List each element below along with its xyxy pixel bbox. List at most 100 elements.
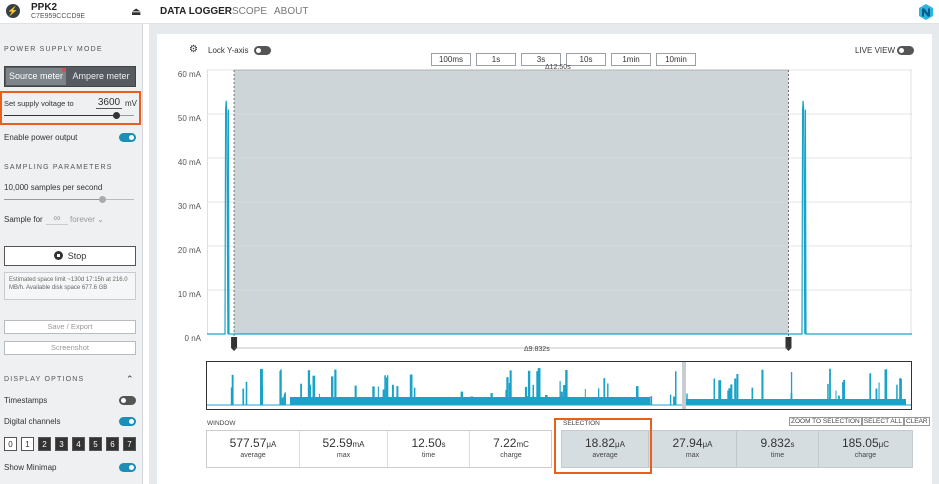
collapse-chevron-icon[interactable]: ⌃ <box>126 374 134 385</box>
minimap-spike <box>545 395 548 405</box>
enable-power-toggle[interactable] <box>119 133 136 142</box>
ampere-meter-button[interactable]: Ampere meter <box>68 68 134 85</box>
stop-label: Stop <box>67 251 87 261</box>
minimap-spike <box>713 378 715 405</box>
minimap-spike <box>650 396 653 405</box>
y-tick-label: 20 mA <box>177 246 201 255</box>
channel-3-checkbox[interactable]: 3 <box>55 437 68 451</box>
minimap-spike <box>829 368 831 405</box>
channel-1-checkbox[interactable]: 1 <box>21 437 34 451</box>
window-max-value: 52.59 <box>322 436 353 450</box>
minimap-spike <box>231 374 234 405</box>
stop-button[interactable]: Stop <box>4 246 136 266</box>
channel-5-checkbox[interactable]: 5 <box>89 437 102 451</box>
minimap-spike <box>675 371 677 405</box>
window-charge-unit: mC <box>516 440 529 449</box>
minimap-spike <box>827 383 829 405</box>
channel-4-checkbox[interactable]: 4 <box>72 437 85 451</box>
sample-for-unit-select[interactable]: forever ⌄ <box>70 215 104 224</box>
source-meter-button[interactable]: Source meter <box>6 68 66 85</box>
minimap-spike <box>284 392 286 405</box>
zoom-to-selection-button[interactable]: ZOOM TO SELECTION <box>789 417 862 426</box>
selection-span-label: Δ9.832s <box>524 346 550 353</box>
minimap-spike <box>525 396 529 405</box>
samples-slider-fill <box>4 199 102 200</box>
save-export-button[interactable]: Save / Export <box>4 320 136 334</box>
supply-voltage-label: Set supply voltage to <box>4 99 74 108</box>
selection-end-handle <box>785 337 792 351</box>
window-span-label: Δ12.50s <box>545 64 571 71</box>
tab-data-logger[interactable]: DATA LOGGER <box>160 6 232 17</box>
window-time-stat: 12.50s time <box>388 431 470 467</box>
minimap-spike <box>490 393 493 405</box>
live-view-toggle[interactable] <box>897 46 914 55</box>
channel-2-checkbox[interactable]: 2 <box>38 437 51 451</box>
supply-voltage-slider[interactable] <box>4 112 134 119</box>
minimap-spike <box>307 370 311 405</box>
window-max-label: max <box>336 452 351 459</box>
lock-y-axis-toggle[interactable] <box>254 46 271 55</box>
selection-average-stat: 18.82μA average <box>562 431 649 467</box>
minimap-spike <box>331 376 334 405</box>
selection-charge-unit: μC <box>878 440 890 449</box>
minimap-spike <box>843 379 845 405</box>
selection-max-stat: 27.94μA max <box>649 431 737 467</box>
eject-icon[interactable]: ⏏ <box>131 5 141 18</box>
minimap-spike <box>300 383 302 405</box>
gear-icon[interactable]: ⚙ <box>189 44 198 55</box>
digital-channels-toggle[interactable] <box>119 417 136 426</box>
supply-voltage-input[interactable]: 3600 <box>96 97 122 109</box>
window-time-label: time <box>421 452 436 459</box>
minimap-spike <box>878 382 880 405</box>
window-time-value: 12.50 <box>411 436 442 450</box>
selection-time-label: time <box>770 452 785 459</box>
channel-7-checkbox[interactable]: 7 <box>123 437 136 451</box>
selection-max-value: 27.94 <box>672 436 703 450</box>
display-options-heading: DISPLAY OPTIONS <box>4 376 85 383</box>
show-minimap-toggle[interactable] <box>119 463 136 472</box>
minimap-spike <box>736 374 739 405</box>
window-max-stat: 52.59mA max <box>300 431 388 467</box>
window-time-unit: s <box>441 440 446 449</box>
channel-0-checkbox[interactable]: 0 <box>4 437 17 451</box>
window-title: WINDOW <box>207 420 236 427</box>
minimap-spike <box>718 380 722 405</box>
minimap-spike <box>730 384 733 405</box>
minimap-spike <box>869 373 872 405</box>
chevron-down-icon: ⌄ <box>97 215 104 224</box>
current-chart[interactable] <box>207 62 912 362</box>
chart-panel: ⚙ Lock Y-axis 100ms 1s 3s 10s 1min 10min… <box>157 34 932 484</box>
sidebar: POWER SUPPLY MODE Source meter Ampere me… <box>0 24 143 484</box>
window-average-label: average <box>240 452 266 459</box>
minimap[interactable] <box>206 361 912 410</box>
minimap-spike <box>835 390 837 405</box>
samples-slider[interactable] <box>4 196 134 203</box>
tab-about[interactable]: ABOUT <box>274 6 308 17</box>
select-all-button[interactable]: SELECT ALL <box>861 417 904 426</box>
supply-voltage-slider-handle[interactable] <box>112 112 120 119</box>
supply-voltage-unit: mV <box>125 99 137 108</box>
screenshot-label: Screenshot <box>51 343 89 352</box>
live-view-label: LIVE VIEW <box>855 46 896 55</box>
minimap-spike <box>506 377 509 405</box>
minimap-spike <box>334 369 337 405</box>
channel-6-checkbox[interactable]: 6 <box>106 437 119 451</box>
minimap-spike <box>384 375 386 405</box>
minimap-spike <box>899 377 901 405</box>
minimap-spike <box>387 375 389 405</box>
window-average-stat: 577.57μA average <box>207 431 300 467</box>
minimap-spike <box>565 370 568 405</box>
sampling-parameters-heading: SAMPLING PARAMETERS <box>4 164 113 171</box>
screenshot-button[interactable]: Screenshot <box>4 341 136 355</box>
minimap-spike <box>603 378 606 405</box>
sample-for-value[interactable]: ∞ <box>46 213 68 225</box>
selection-time-unit: s <box>790 440 795 449</box>
clear-button[interactable]: CLEAR <box>903 417 930 426</box>
selection-charge-stat: 185.05μC charge <box>819 431 912 467</box>
samples-per-second-label: 10,000 samples per second <box>4 183 103 192</box>
tab-scope[interactable]: SCOPE <box>232 6 267 17</box>
samples-slider-handle[interactable] <box>98 196 106 203</box>
timestamps-toggle[interactable] <box>119 396 136 405</box>
digital-channels-label: Digital channels <box>4 417 61 426</box>
y-tick-label: 30 mA <box>177 202 201 211</box>
